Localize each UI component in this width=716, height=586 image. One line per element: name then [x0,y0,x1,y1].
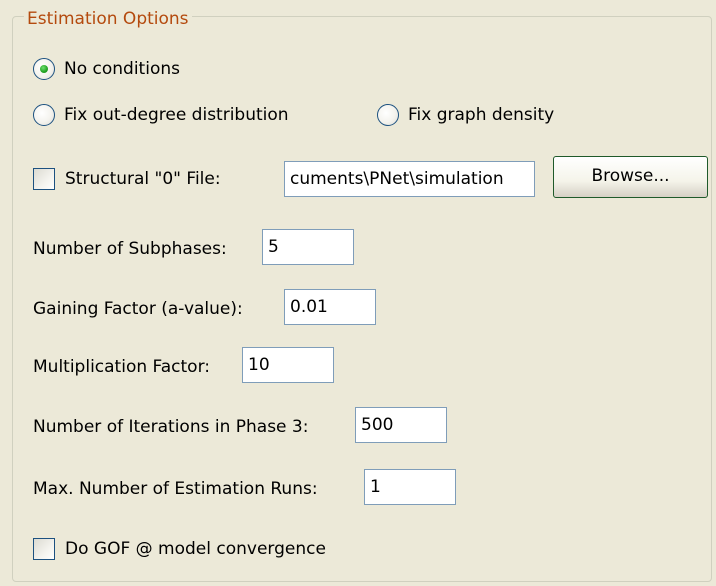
radio-selected-dot [40,65,48,73]
subphases-input[interactable]: 5 [262,229,354,265]
gof-label[interactable]: Do GOF @ model convergence [65,538,326,560]
iterations-label: Number of Iterations in Phase 3: [33,417,309,437]
iterations-input[interactable]: 500 [355,407,447,443]
radio-no-conditions-label[interactable]: No conditions [64,58,180,80]
structural-file-input[interactable]: cuments\PNet\simulation [284,161,535,197]
group-title: Estimation Options [24,8,192,30]
radio-fix-out-degree[interactable] [33,104,55,126]
radio-fix-out-degree-label[interactable]: Fix out-degree distribution [64,104,289,126]
browse-button[interactable]: Browse... [553,156,708,198]
radio-no-conditions[interactable] [33,58,55,80]
gaining-factor-label: Gaining Factor (a-value): [33,299,243,319]
subphases-label: Number of Subphases: [33,239,227,259]
max-runs-input[interactable]: 1 [364,469,456,505]
radio-fix-graph-density-label[interactable]: Fix graph density [408,104,554,126]
max-runs-label: Max. Number of Estimation Runs: [33,479,318,499]
structural-zero-checkbox[interactable] [33,168,55,190]
gaining-factor-input[interactable]: 0.01 [284,289,376,325]
structural-zero-label[interactable]: Structural "0" File: [65,168,221,190]
gof-checkbox[interactable] [33,538,55,560]
radio-fix-graph-density[interactable] [377,104,399,126]
multiplication-factor-input[interactable]: 10 [242,347,334,383]
multiplication-factor-label: Multiplication Factor: [33,357,210,377]
